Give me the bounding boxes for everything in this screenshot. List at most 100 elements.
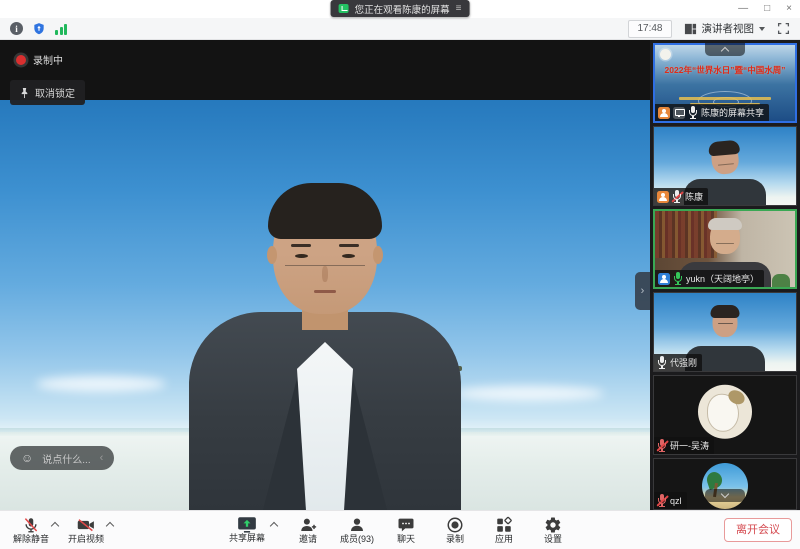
mic-options-chevron[interactable] (50, 520, 59, 529)
close-button[interactable]: × (786, 4, 792, 14)
mic-icon (688, 106, 698, 119)
participant-name: qzl (670, 496, 682, 506)
participant-name: yukn（天阔地亭） (686, 272, 759, 285)
unmute-button[interactable]: 解除静音 (8, 516, 54, 545)
bottom-toolbar: 解除静音 开启视频 共享屏幕 (0, 510, 800, 549)
participant-label: 陈康的屏幕共享 (655, 104, 769, 121)
video-options-chevron[interactable] (105, 520, 114, 529)
info-icon[interactable]: i (10, 22, 23, 35)
thumbnail-participant[interactable]: qzl (653, 458, 797, 510)
network-signal-icon[interactable] (55, 23, 67, 35)
sidebar-collapse-tab[interactable]: › (635, 272, 650, 310)
cohost-badge-icon (658, 273, 670, 285)
view-mode-dropdown[interactable]: 演讲者视图 (684, 21, 766, 36)
members-button[interactable]: 成员(93) (334, 516, 380, 545)
shield-icon[interactable] (32, 22, 46, 36)
main-stage: 录制中 取消锁定 (0, 40, 650, 510)
mini-person-hair (711, 305, 740, 318)
view-mode-label: 演讲者视图 (702, 21, 755, 36)
mic-muted-icon (657, 439, 667, 452)
participant-name: 研一-吴涛 (670, 439, 709, 452)
host-badge-icon (658, 107, 670, 119)
minimize-button[interactable]: — (738, 4, 748, 14)
brow-shape (291, 244, 311, 247)
smiley-icon[interactable]: ☺ (21, 452, 33, 464)
cloud-shape (36, 376, 166, 392)
participant-label: 研一-吴涛 (654, 437, 714, 454)
participant-name: 陈康 (685, 190, 703, 203)
avatar (698, 385, 752, 439)
apps-button[interactable]: 应用 (481, 516, 527, 545)
scroll-up-button[interactable] (705, 43, 745, 56)
thumbnail-participant[interactable]: 研一-吴涛 (653, 375, 797, 455)
settings-button[interactable]: 设置 (530, 516, 576, 545)
mic-muted-icon (657, 494, 667, 507)
record-button[interactable]: 录制 (432, 516, 478, 545)
layout-icon (684, 23, 697, 35)
start-video-button[interactable]: 开启视频 (63, 516, 109, 545)
chevron-up-icon (721, 46, 730, 53)
leave-meeting-button[interactable]: 离开会议 (724, 518, 792, 542)
scroll-down-button[interactable] (705, 489, 745, 502)
participant-label: qzl (654, 492, 687, 509)
brow-shape (339, 244, 359, 247)
mini-person-hair (708, 140, 740, 156)
share-options-chevron[interactable] (269, 520, 278, 529)
unpin-label: 取消锁定 (35, 85, 75, 100)
thumbnail-participant-speaking[interactable]: yukn（天阔地亭） (653, 209, 797, 289)
settings-label: 设置 (544, 535, 562, 545)
avatar (702, 463, 748, 509)
participant-label: yukn（天阔地亭） (655, 270, 764, 287)
mic-muted-icon (22, 516, 40, 534)
banner-menu-icon[interactable]: ≡ (456, 4, 462, 14)
menu-bar-right: 17:48 演讲者视图 (628, 20, 790, 38)
speaker-head (273, 188, 377, 314)
mini-person-head (713, 307, 738, 337)
glasses-shape (285, 248, 365, 266)
members-icon (348, 516, 366, 534)
speaker-shirt (297, 342, 353, 510)
mini-person-hair (708, 218, 742, 230)
mouth-shape (314, 290, 336, 293)
toolbar-left-group: 解除静音 开启视频 (8, 516, 118, 545)
fullscreen-icon[interactable] (777, 22, 790, 35)
participants-sidebar: 2022年“世界水日”暨“中国水周” 陈康的屏幕共享 (650, 40, 800, 510)
share-screen-label: 共享屏幕 (229, 534, 265, 544)
invite-label: 邀请 (299, 535, 317, 545)
slide-title: 2022年“世界水日”暨“中国水周” (657, 65, 793, 76)
unmute-label: 解除静音 (13, 535, 49, 545)
mini-person-mouth (716, 243, 734, 245)
collapse-left-icon[interactable]: ‹ (100, 452, 104, 464)
mini-person-glasses (718, 323, 733, 325)
thumbnail-participant[interactable]: 代强刚 (653, 292, 797, 372)
invite-button[interactable]: 邀请 (285, 516, 331, 545)
unpin-button[interactable]: 取消锁定 (10, 80, 85, 105)
start-video-label: 开启视频 (68, 535, 104, 545)
chevron-right-icon: › (641, 285, 645, 297)
window-controls: — □ × (738, 0, 792, 17)
maximize-button[interactable]: □ (764, 4, 770, 14)
chat-button[interactable]: 聊天 (383, 516, 429, 545)
clock: 17:48 (628, 20, 671, 38)
participant-name: 代强刚 (670, 356, 697, 369)
ear-shape (373, 246, 383, 264)
menu-bar: i 17:48 演讲者视图 (0, 18, 800, 40)
apps-label: 应用 (495, 535, 513, 545)
participant-label: 代强刚 (654, 354, 702, 371)
thumbnail-participant[interactable]: 陈康 (653, 126, 797, 206)
toolbar-center-group: 共享屏幕 邀请 成员(93) (224, 516, 576, 545)
speaker-figure (170, 188, 480, 510)
mini-person-head (710, 220, 740, 254)
plant-shape (772, 274, 790, 287)
mic-active-icon (673, 272, 683, 285)
watching-banner-text: 您正在观看陈康的屏幕 (355, 2, 450, 16)
recording-indicator: 录制中 (16, 52, 63, 67)
nose-shape (322, 266, 328, 282)
watching-screen-banner[interactable]: 您正在观看陈康的屏幕 ≡ (331, 0, 470, 17)
speaker-hair (268, 183, 382, 239)
participant-label: 陈康 (654, 188, 708, 205)
screen-share-badge-icon (673, 107, 685, 119)
share-screen-button[interactable]: 共享屏幕 (224, 516, 270, 544)
screen-share-green-icon (339, 4, 349, 13)
quick-message-input[interactable]: ☺ 说点什么... ‹ (10, 446, 114, 470)
